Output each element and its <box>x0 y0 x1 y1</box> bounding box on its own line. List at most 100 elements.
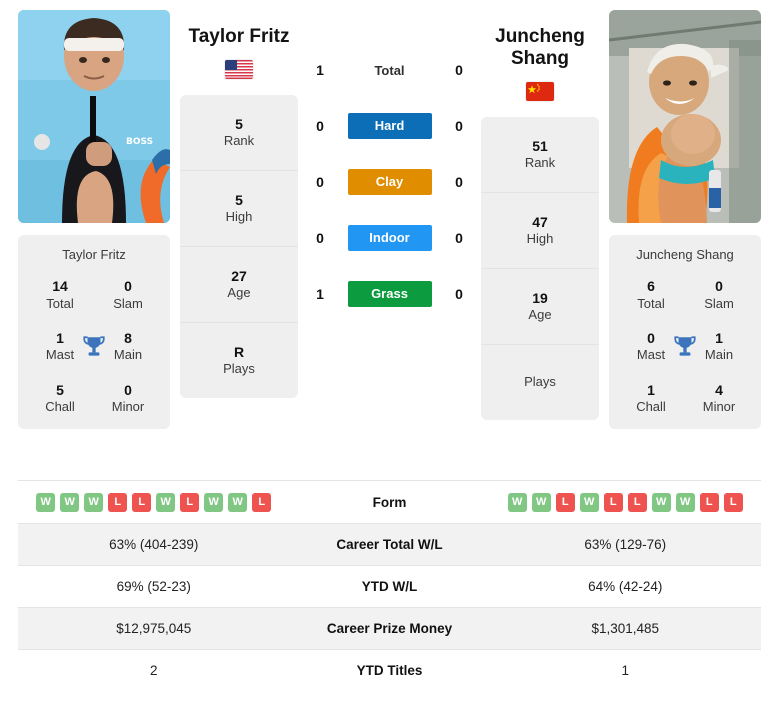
table-row: WWWLLWLWWL Form WWLWLLWWLL <box>18 480 761 523</box>
right-player-column: Juncheng Shang 6 Total 0 Slam 0 Mast 1 M… <box>609 10 761 430</box>
h2h-right-indoor: 0 <box>455 230 463 246</box>
table-row: 63% (404-239) Career Total W/L 63% (129-… <box>18 523 761 565</box>
h2h-right-hard: 0 <box>455 118 463 134</box>
right-plays: Plays <box>524 373 556 389</box>
stat-label-prize-money: Career Prize Money <box>326 621 453 636</box>
h2h-left-clay: 0 <box>316 174 324 190</box>
right-ytd-titles: 1 <box>621 663 629 678</box>
player-comparison-header: BOSS Taylor Fritz 14 Total 0 Slam 1 Mast… <box>0 0 779 480</box>
left-ranking-card: 5 Rank 5 High 27 Age R Plays <box>180 94 298 398</box>
right-rank-high: 47 High <box>481 193 599 269</box>
left-player-name-block: Taylor Fritz <box>180 10 298 79</box>
comparison-stats-table: WWWLLWLWWL Form WWLWLLWWLL 63% (404-239)… <box>0 480 779 691</box>
stat-label-form: Form <box>372 494 407 510</box>
left-form-strip: WWWLLWLWWL <box>18 492 290 512</box>
right-titles-total: 6 Total <box>637 278 665 311</box>
right-ranking-card: 51 Rank 47 High 19 Age Plays <box>481 116 599 420</box>
stat-label-career-wl: Career Total W/L <box>336 537 443 552</box>
left-titles-minor: 0 Minor <box>111 381 145 415</box>
right-player-name: Juncheng Shang <box>495 26 585 69</box>
left-age: 27 Age <box>180 247 298 323</box>
left-rank-current: 5 Rank <box>180 95 298 171</box>
head-to-head-panel: 1 Total 0 0 Hard 0 0 Clay 0 0 Indoor 0 1… <box>298 10 481 308</box>
right-form-strip: WWLWLLWWLL <box>490 492 762 512</box>
h2h-row-clay: 0 Clay 0 <box>298 168 481 196</box>
left-card-player-name: Taylor Fritz <box>62 247 126 262</box>
right-prize-money: $1,301,485 <box>591 621 660 636</box>
trophy-icon <box>81 334 107 360</box>
h2h-right-clay: 0 <box>455 174 463 190</box>
right-card-player-name: Juncheng Shang <box>636 247 734 262</box>
form-chip-loss[interactable]: L <box>699 492 719 512</box>
h2h-row-grass: 1 Grass 0 <box>298 280 481 308</box>
stat-label-ytd-titles: YTD Titles <box>356 663 423 678</box>
surface-badge-clay[interactable]: Clay <box>347 169 432 195</box>
left-player-info-column: Taylor Fritz 5 Rank 5 High 27 Age R Play… <box>180 10 298 398</box>
surface-badge-indoor[interactable]: Indoor <box>347 225 432 251</box>
cn-flag-icon <box>526 81 554 101</box>
h2h-right-grass: 0 <box>455 286 463 302</box>
right-titles-grid: 6 Total 0 Slam 0 Mast 1 Main 1 Chall 4 M… <box>617 278 753 415</box>
left-player-name: Taylor Fritz <box>188 26 290 47</box>
right-titles-card: Juncheng Shang 6 Total 0 Slam 0 Mast 1 M… <box>609 235 761 430</box>
table-row: 2 YTD Titles 1 <box>18 649 761 691</box>
left-titles-grid: 14 Total 0 Slam 1 Mast 8 Main 5 Chall 0 … <box>26 278 162 415</box>
right-titles-slam: 0 Slam <box>704 278 734 311</box>
left-player-photo[interactable]: BOSS <box>18 10 170 223</box>
left-titles-challenger: 5 Chall <box>45 381 75 415</box>
table-row: $12,975,045 Career Prize Money $1,301,48… <box>18 607 761 649</box>
right-player-info-column: Juncheng Shang 51 Rank 47 High 19 Age Pl… <box>481 10 599 420</box>
h2h-left-hard: 0 <box>316 118 324 134</box>
form-chip-win[interactable]: W <box>228 492 248 512</box>
right-rank-current: 51 Rank <box>481 117 599 193</box>
form-chip-win[interactable]: W <box>60 492 80 512</box>
form-chip-win[interactable]: W <box>579 492 599 512</box>
left-rank-high: 5 High <box>180 171 298 247</box>
left-titles-slam: 0 Slam <box>113 278 143 311</box>
left-ytd-titles: 2 <box>149 663 158 678</box>
left-form-cell: WWWLLWLWWL <box>18 492 290 512</box>
right-titles-challenger: 1 Chall <box>636 381 666 415</box>
h2h-left-indoor: 0 <box>316 230 324 246</box>
right-player-photo[interactable] <box>609 10 761 223</box>
left-plays: R Plays <box>223 343 255 376</box>
form-chip-loss[interactable]: L <box>723 492 743 512</box>
h2h-right-total: 0 <box>455 62 463 78</box>
right-career-wl: 63% (129-76) <box>584 537 667 552</box>
form-chip-loss[interactable]: L <box>180 492 200 512</box>
form-chip-win[interactable]: W <box>651 492 671 512</box>
form-chip-win[interactable]: W <box>531 492 551 512</box>
stat-label-ytd-wl: YTD W/L <box>361 579 418 594</box>
form-chip-loss[interactable]: L <box>252 492 272 512</box>
left-titles-card: Taylor Fritz 14 Total 0 Slam 1 Mast 8 Ma… <box>18 235 170 430</box>
form-chip-win[interactable]: W <box>36 492 56 512</box>
surface-badge-hard[interactable]: Hard <box>347 113 432 139</box>
trophy-icon <box>672 334 698 360</box>
right-titles-minor: 4 Minor <box>702 381 736 415</box>
form-chip-win[interactable]: W <box>507 492 527 512</box>
h2h-left-grass: 1 <box>316 286 324 302</box>
form-chip-win[interactable]: W <box>156 492 176 512</box>
right-player-name-block: Juncheng Shang <box>481 10 599 101</box>
left-prize-money: $12,975,045 <box>116 621 192 636</box>
h2h-label-total: Total <box>374 62 405 78</box>
h2h-row-hard: 0 Hard 0 <box>298 112 481 140</box>
right-form-cell: WWLWLLWWLL <box>490 492 762 512</box>
table-row: 69% (52-23) YTD W/L 64% (42-24) <box>18 565 761 607</box>
left-ytd-wl: 69% (52-23) <box>116 579 191 594</box>
form-chip-loss[interactable]: L <box>627 492 647 512</box>
us-flag-icon <box>225 59 253 79</box>
form-chip-win[interactable]: W <box>204 492 224 512</box>
form-chip-loss[interactable]: L <box>555 492 575 512</box>
svg-text:BOSS: BOSS <box>126 137 153 147</box>
form-chip-loss[interactable]: L <box>603 492 623 512</box>
h2h-left-total: 1 <box>316 62 324 78</box>
form-chip-loss[interactable]: L <box>132 492 152 512</box>
form-chip-win[interactable]: W <box>675 492 695 512</box>
left-titles-total: 14 Total <box>46 278 74 311</box>
form-chip-win[interactable]: W <box>84 492 104 512</box>
left-player-column: BOSS Taylor Fritz 14 Total 0 Slam 1 Mast… <box>18 10 170 430</box>
right-age: 19 Age <box>481 269 599 345</box>
surface-badge-grass[interactable]: Grass <box>347 281 432 307</box>
form-chip-loss[interactable]: L <box>108 492 128 512</box>
